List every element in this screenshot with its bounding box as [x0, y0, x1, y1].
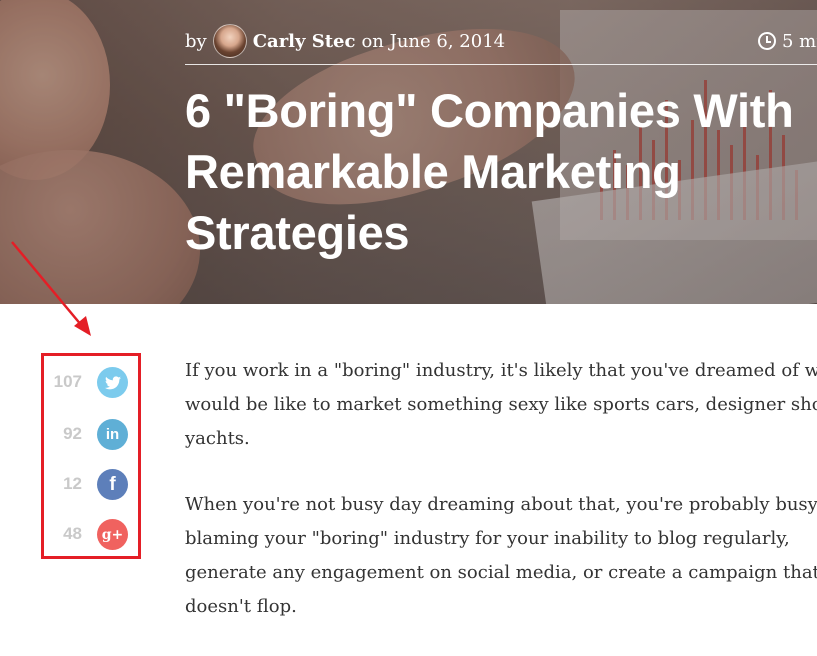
post-title-line: 6 "Boring" Companies With: [185, 84, 794, 137]
article-line: When you're not busy day dreaming about …: [185, 494, 817, 515]
clock-icon: [758, 32, 776, 50]
read-time-text: 5 mi: [782, 30, 817, 52]
byline-by: by: [185, 30, 207, 52]
article-line: generate any engagement on social media,…: [185, 562, 817, 583]
google-plus-share-button[interactable]: g+: [97, 519, 128, 550]
share-row-facebook: 12 f: [44, 467, 138, 501]
author-avatar[interactable]: [212, 24, 247, 58]
post-date: on June 6, 2014: [361, 30, 506, 52]
linkedin-share-button[interactable]: in: [97, 419, 128, 450]
social-share-bar: 107 92 in 12 f 48 g+: [41, 353, 141, 559]
facebook-share-count: 12: [63, 474, 82, 493]
linkedin-share-count: 92: [63, 424, 82, 443]
post-title-line: Remarkable Marketing: [185, 145, 681, 198]
author-link[interactable]: Carly Stec: [253, 31, 356, 52]
twitter-share-button[interactable]: [97, 367, 128, 398]
article-line: doesn't flop.: [185, 596, 297, 617]
google-plus-icon: g+: [101, 526, 124, 543]
byline-divider: [185, 64, 817, 65]
article-body: If you work in a "boring" industry, it's…: [185, 354, 817, 656]
article-line: would be like to market something sexy l…: [185, 394, 817, 415]
post-byline: by Carly Stec on June 6, 2014 5 mi: [185, 24, 817, 58]
facebook-share-button[interactable]: f: [97, 469, 128, 500]
facebook-icon: f: [109, 473, 116, 495]
twitter-share-count: 107: [53, 372, 82, 391]
share-row-linkedin: 92 in: [44, 417, 138, 451]
post-title-line: Strategies: [185, 206, 410, 259]
share-row-google-plus: 48 g+: [44, 517, 138, 551]
read-time: 5 mi: [758, 26, 817, 56]
article-line: yachts.: [185, 428, 250, 449]
share-row-twitter: 107: [44, 365, 138, 399]
article-paragraph: If you work in a "boring" industry, it's…: [185, 354, 817, 456]
article-paragraph: When you're not busy day dreaming about …: [185, 488, 817, 624]
annotation-arrow-icon: [11, 241, 91, 336]
article-line: blaming your "boring" industry for your …: [185, 528, 790, 549]
google-plus-share-count: 48: [63, 524, 82, 543]
article-line: If you work in a "boring" industry, it's…: [185, 360, 817, 381]
twitter-icon: [104, 375, 121, 389]
linkedin-icon: in: [105, 426, 120, 443]
post-title: 6 "Boring" Companies With Remarkable Mar…: [185, 80, 805, 263]
